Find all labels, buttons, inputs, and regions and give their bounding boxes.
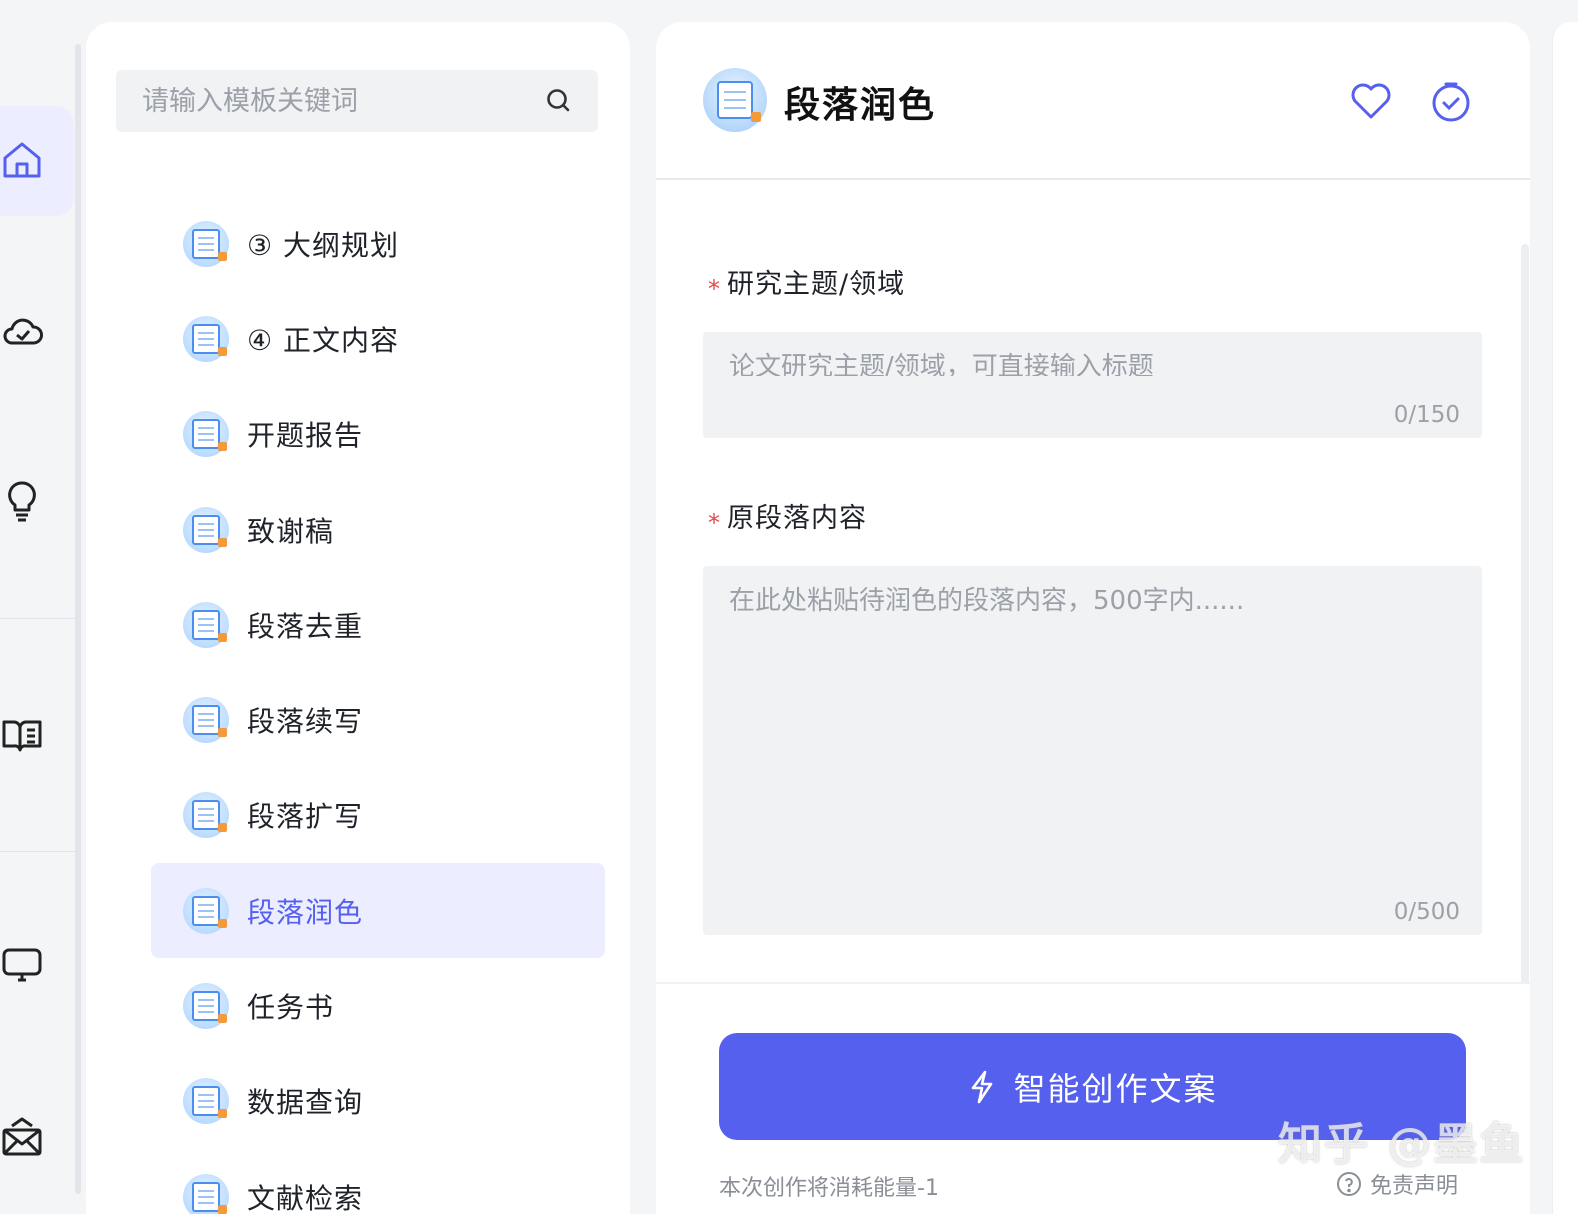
required-mark: *: [708, 509, 721, 537]
form-scrollbar[interactable]: [1521, 244, 1529, 984]
paragraph-input[interactable]: [729, 580, 1459, 820]
home-icon: [3, 142, 41, 178]
template-search: [116, 70, 598, 132]
template-item-active[interactable]: 段落润色: [151, 863, 605, 959]
template-item-label: 段落扩写: [247, 800, 364, 834]
template-item-label: 文献检索: [247, 1181, 364, 1214]
content-doc-icon: [183, 315, 229, 362]
task-doc-icon: [183, 983, 229, 1030]
rail-item-screen[interactable]: [0, 910, 74, 1020]
topic-input[interactable]: [729, 346, 1459, 376]
right-panel-edge: [1552, 22, 1578, 1214]
template-item-label: ③ 大纲规划: [247, 228, 400, 262]
paragraph-label-text: 原段落内容: [727, 503, 867, 534]
nav-rail: [0, 0, 81, 1214]
template-item[interactable]: ③ 大纲规划: [151, 196, 605, 291]
template-item-label: 任务书: [247, 991, 335, 1025]
heart-icon[interactable]: [1349, 79, 1393, 123]
question-circle-icon: [1337, 1172, 1361, 1196]
lightbulb-icon: [8, 481, 36, 522]
template-item[interactable]: 段落扩写: [151, 768, 605, 863]
template-item-label: 段落润色: [247, 895, 364, 929]
template-item[interactable]: 开题报告: [151, 387, 605, 482]
rail-divider: [0, 618, 76, 619]
disclaimer-label: 免责声明: [1370, 1174, 1459, 1199]
report-doc-icon: [183, 411, 229, 458]
search-icon[interactable]: [546, 88, 572, 114]
topic-field-label: * 研究主题/领域: [708, 262, 906, 303]
template-panel: ③ 大纲规划 ④ 正文内容 开题报告 致谢稿 段落去重 段落续写 段落扩写 段: [86, 22, 630, 1214]
topic-label-text: 研究主题/领域: [727, 269, 906, 300]
polish-doc-icon: [183, 887, 229, 934]
template-item[interactable]: ④ 正文内容: [151, 291, 605, 386]
template-item-label: 数据查询: [247, 1086, 364, 1120]
template-item[interactable]: 文献检索: [151, 1149, 605, 1214]
check-circle-icon[interactable]: [1429, 79, 1473, 123]
data-query-icon: [183, 1078, 229, 1125]
page-title: 段落润色: [784, 85, 937, 126]
form-panel: 段落润色 *研究主题/领域 0/150 *原段落内容 0/500 智能创作文案 …: [656, 22, 1530, 1214]
template-search-input[interactable]: [142, 81, 532, 121]
disclaimer-link[interactable]: 免责声明: [1336, 1168, 1458, 1200]
template-item[interactable]: 任务书: [151, 958, 605, 1053]
template-item-label: 致谢稿: [247, 514, 335, 548]
paragraph-char-count: 0/500: [1393, 899, 1460, 925]
form-header: 段落润色: [656, 22, 1530, 180]
footer-divider: [656, 982, 1530, 984]
outline-doc-icon: [183, 220, 229, 267]
continue-doc-icon: [183, 697, 229, 744]
required-mark: *: [708, 275, 721, 303]
rail-item-cloud[interactable]: [0, 277, 74, 387]
template-item-label: ④ 正文内容: [247, 323, 400, 357]
template-item[interactable]: 段落去重: [151, 577, 605, 672]
rail-item-home[interactable]: [0, 106, 74, 216]
topic-char-count: 0/150: [1393, 402, 1460, 428]
rail-item-ideas[interactable]: [0, 446, 74, 556]
rail-item-library[interactable]: [0, 680, 74, 790]
template-list: ③ 大纲规划 ④ 正文内容 开题报告 致谢稿 段落去重 段落续写 段落扩写 段落…: [151, 196, 605, 1214]
polish-doc-icon: [703, 68, 767, 132]
template-item[interactable]: 数据查询: [151, 1054, 605, 1149]
template-item[interactable]: 段落续写: [151, 672, 605, 767]
literature-search-icon: [183, 1173, 229, 1214]
book-icon: [2, 720, 42, 752]
watermark: 知乎 @墨鱼: [1278, 1119, 1526, 1170]
topic-field: 0/150: [703, 332, 1482, 438]
dedupe-doc-icon: [183, 601, 229, 648]
monitor-icon: [2, 948, 42, 982]
cloud-check-icon: [3, 318, 43, 345]
rail-item-mail[interactable]: [0, 1082, 74, 1192]
template-item[interactable]: 致谢稿: [151, 482, 605, 577]
paragraph-field-label: * 原段落内容: [708, 496, 867, 537]
template-item-label: 段落去重: [247, 609, 364, 643]
expand-search-icon: [183, 792, 229, 839]
rail-divider: [0, 851, 76, 852]
paragraph-field: 0/500: [703, 566, 1482, 935]
lightning-icon: [972, 1070, 993, 1103]
rail-scrollbar[interactable]: [75, 44, 81, 1194]
cost-note: 本次创作将消耗能量-1: [719, 1176, 939, 1201]
thanks-message-icon: [183, 506, 229, 553]
generate-button-label: 智能创作文案: [1013, 1069, 1218, 1108]
template-item-label: 开题报告: [247, 419, 364, 453]
mail-icon: [2, 1117, 42, 1156]
template-item-label: 段落续写: [247, 705, 364, 739]
